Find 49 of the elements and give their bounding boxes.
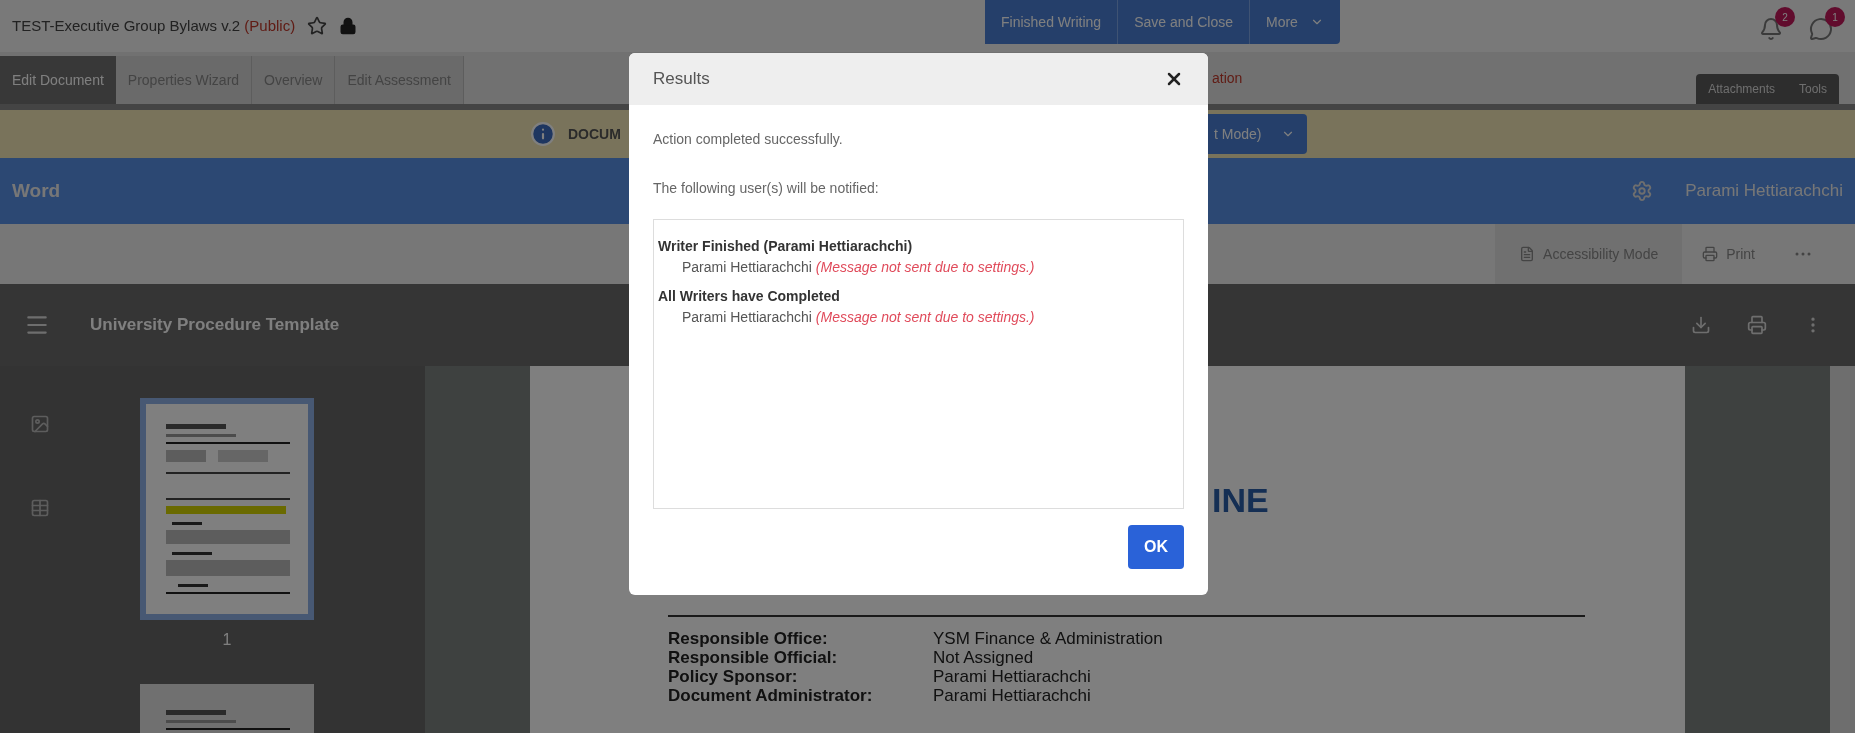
ok-button[interactable]: OK [1128,525,1184,569]
action-button[interactable]: Save and Close [1118,0,1250,44]
outline-view-icon[interactable] [30,498,50,518]
tab[interactable]: Edit Document [0,56,116,104]
notification-button[interactable] [1759,17,1783,41]
field-label: Responsible Office: [668,629,829,648]
document-icon [1519,246,1536,262]
notice-text: DOCUM [568,124,621,144]
page-thumbnail[interactable] [140,398,314,620]
more-icon [1795,252,1811,256]
mode-dropdown[interactable]: t Mode) [1206,114,1308,154]
page-number: 1 [222,630,232,650]
scrollbar[interactable] [1830,366,1855,733]
field-label: Policy Sponsor: [668,667,799,686]
field-value: Parami Hettiarachchi [933,667,1092,686]
field-label: Responsible Official: [668,648,839,667]
user-name[interactable]: Parami Hettiarachchi [1685,178,1843,204]
tab-label[interactable]: ation [1212,67,1243,89]
page-heading: INE [1212,483,1270,517]
document-title: TEST-Executive Group Bylaws v.2 (Public) [12,15,296,36]
notification-badge: 1 [1825,7,1845,27]
more-button[interactable]: More [1249,0,1340,44]
bell-icon [1759,17,1783,41]
dialog-title: Results [653,68,710,91]
download-icon[interactable] [1691,315,1711,335]
notification-badge: 2 [1775,7,1795,27]
field-value: YSM Finance & Administration [933,629,1164,648]
group-title: All Writers have Completed [658,287,841,306]
recipient-line: Parami Hettiarachchi (Message not sent due to settings.) [681,308,1036,327]
intro-text: The following user(s) will be notified: [653,179,880,198]
star-icon[interactable] [307,16,328,36]
field-value: Parami Hettiarachchi [933,686,1092,705]
app-title: Word [12,178,61,203]
action-button[interactable]: Finished Writing [985,0,1119,44]
settings-icon[interactable] [1631,180,1654,202]
info-icon [530,121,556,147]
field-label: Document Administrator: [668,686,874,705]
thumbnail-view-icon[interactable] [30,414,50,434]
field-value: Not Assigned [933,648,1035,667]
notification-button[interactable] [1809,17,1833,41]
side-tab[interactable]: Attachments [1696,74,1787,104]
recipient-line: Parami Hettiarachchi (Message not sent due to settings.) [681,258,1036,277]
print-icon[interactable] [1747,315,1767,335]
chat-icon [1809,17,1833,41]
print-icon [1702,246,1719,262]
status-message: Action completed successfully. [653,130,844,149]
side-tab[interactable]: Tools [1787,74,1839,104]
group-title: Writer Finished (Parami Hettiarachchi) [658,237,914,256]
viewer-title: University Procedure Template [90,314,340,337]
